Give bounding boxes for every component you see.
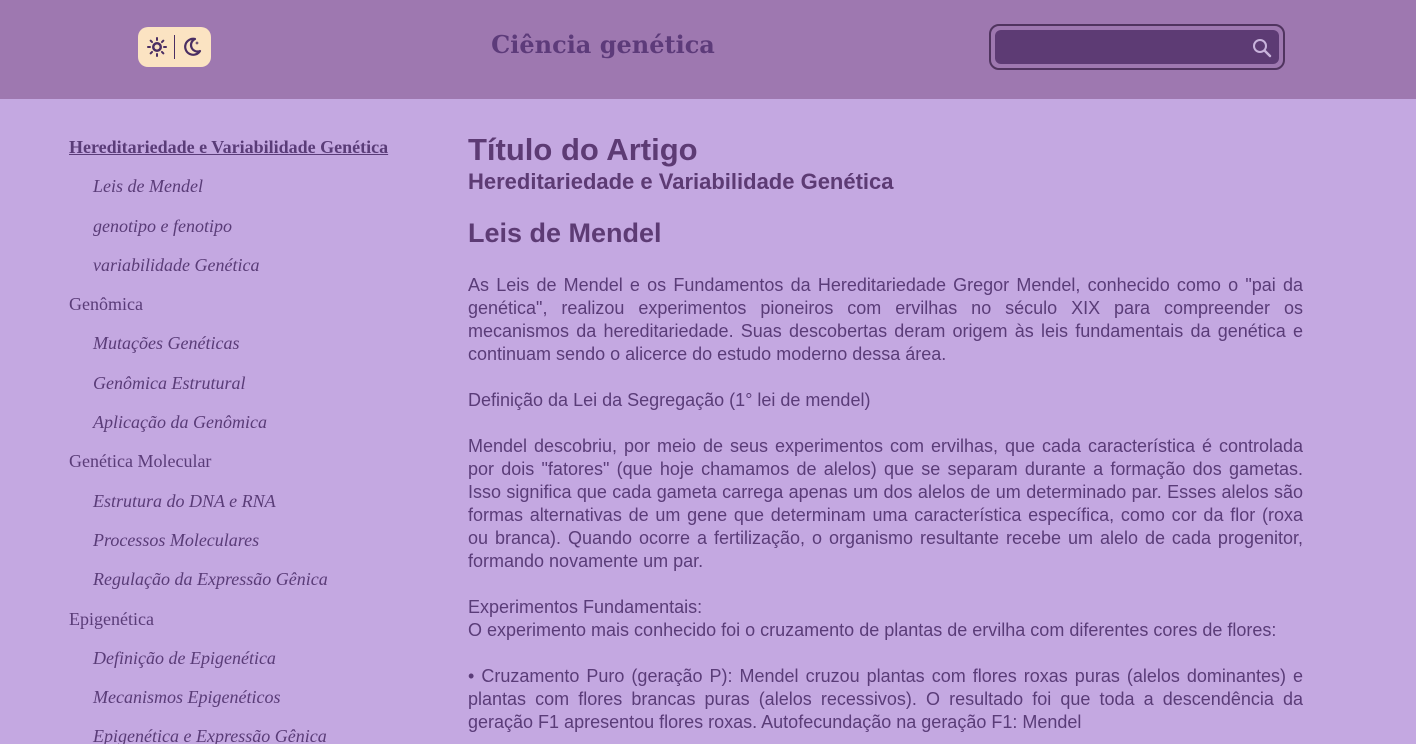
search-icon[interactable] — [1251, 37, 1273, 64]
article-subtitle: Hereditariedade e Variabilidade Genética — [468, 169, 894, 194]
sidebar-item-mecanismos-epigeneticos[interactable]: Mecanismos Epigenéticos — [69, 684, 449, 723]
sidebar-item-regulacao-expressao[interactable]: Regulação da Expressão Gênica — [69, 566, 449, 605]
article-title: Título do Artigo — [468, 132, 698, 167]
sidebar-item-variabilidade-genetica[interactable]: variabilidade Genética — [69, 252, 449, 291]
sidebar-item-genotipo-fenotipo[interactable]: genotipo e fenotipo — [69, 213, 449, 252]
search-input[interactable] — [995, 30, 1279, 64]
paragraph-experiments-heading: Experimentos Fundamentais: — [468, 597, 703, 617]
sidebar-item-aplicacao-genomica[interactable]: Aplicação da Genômica — [69, 409, 449, 448]
sidebar-section-hereditariedade[interactable]: Hereditariedade e Variabilidade Genética — [69, 134, 449, 173]
paragraph-intro: As Leis de Mendel e os Fundamentos da He… — [468, 275, 1303, 364]
sidebar-section-epigenetica[interactable]: Epigenética — [69, 606, 449, 645]
sidebar-item-estrutura-dna-rna[interactable]: Estrutura do DNA e RNA — [69, 488, 449, 527]
sidebar-item-mutacoes-geneticas[interactable]: Mutações Genéticas — [69, 330, 449, 369]
sidebar-item-genomica-estrutural[interactable]: Genômica Estrutural — [69, 370, 449, 409]
section-heading: Leis de Mendel — [468, 218, 662, 248]
paragraph-experiments-body: O experimento mais conhecido foi o cruza… — [468, 620, 1277, 640]
search-container — [989, 24, 1285, 70]
article-content: Título do Artigo Hereditariedade e Varia… — [468, 132, 1303, 734]
sidebar-item-definicao-epigenetica[interactable]: Definição de Epigenética — [69, 645, 449, 684]
sidebar-item-leis-de-mendel[interactable]: Leis de Mendel — [69, 173, 449, 212]
sidebar-section-genetica-molecular[interactable]: Genética Molecular — [69, 448, 449, 487]
sidebar-item-epigenetica-expressao[interactable]: Epigenética e Expressão Gênica — [69, 723, 449, 744]
site-header: Ciência genética — [0, 0, 1416, 99]
sidebar-item-processos-moleculares[interactable]: Processos Moleculares — [69, 527, 449, 566]
sidebar-nav: Hereditariedade e Variabilidade Genética… — [69, 134, 449, 744]
paragraph-segregation-title: Definição da Lei da Segregação (1° lei d… — [468, 390, 871, 410]
paragraph-pure-cross: • Cruzamento Puro (geração P): Mendel cr… — [468, 666, 1303, 732]
sidebar-section-genomica[interactable]: Genômica — [69, 291, 449, 330]
paragraph-segregation-body: Mendel descobriu, por meio de seus exper… — [468, 436, 1303, 571]
search-box — [995, 30, 1279, 64]
